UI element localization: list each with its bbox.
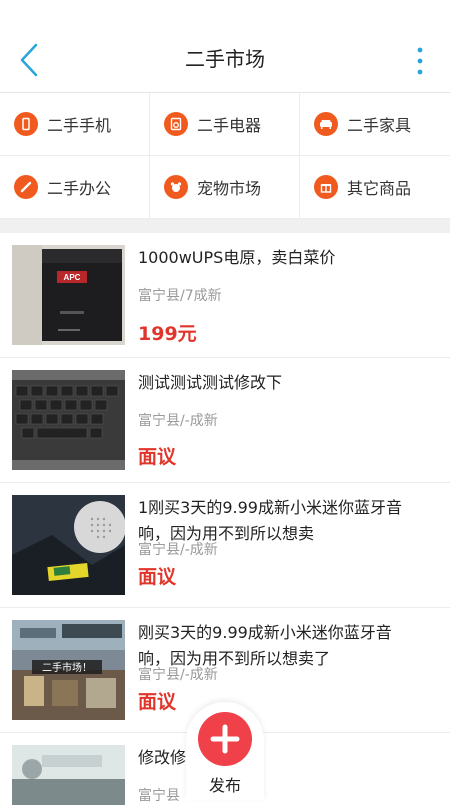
publish-button[interactable]	[198, 712, 252, 766]
item-location: 富宁县/-成新	[138, 542, 218, 558]
category-grid: 二手手机 二手电器 二手家具 二手办公 宠物市场 其它商品	[0, 93, 450, 219]
item-title: 修改修	[138, 748, 187, 767]
item-title: 测试测试测试修改下	[138, 373, 283, 392]
item-price: 面议	[138, 566, 177, 588]
phone-icon	[14, 112, 38, 136]
list-item[interactable]: APC 1000wUPS电原，卖白菜价 富宁县/7成新 199元	[0, 233, 450, 358]
category-label: 二手电器	[197, 116, 262, 135]
category-used-office[interactable]: 二手办公	[0, 156, 150, 219]
item-thumbnail: 二手市场！	[12, 620, 125, 720]
category-other-goods[interactable]: 其它商品	[300, 156, 450, 219]
pet-icon	[164, 175, 188, 199]
market-sign-text: 二手市场！	[42, 661, 92, 674]
more-options-button[interactable]	[410, 46, 430, 78]
item-price: 面议	[138, 446, 177, 468]
item-location: 富宁县/-成新	[138, 667, 218, 683]
item-location: 富宁县/7成新	[138, 288, 222, 304]
list-item[interactable]: 测试测试测试修改下 富宁县/-成新 面议	[0, 358, 450, 483]
item-thumbnail: APC	[12, 245, 125, 345]
publish-label[interactable]: 发布	[186, 772, 264, 796]
list-item[interactable]: 1刚买3天的9.99成新小米迷你蓝牙音响，因为用不到所以想卖 富宁县/-成新 面…	[0, 483, 450, 608]
app-header: 二手市场	[0, 0, 450, 93]
publish-fab-container: 发布	[186, 702, 264, 800]
category-used-furniture[interactable]: 二手家具	[300, 93, 450, 156]
item-location: 富宁县	[138, 788, 180, 804]
item-title: 1000wUPS电原，卖白菜价	[138, 248, 336, 267]
item-price: 199元	[138, 323, 197, 345]
category-label: 宠物市场	[197, 179, 262, 198]
category-used-phones[interactable]: 二手手机	[0, 93, 150, 156]
more-vertical-icon	[417, 47, 423, 75]
pencil-icon	[14, 175, 38, 199]
gift-icon	[314, 175, 338, 199]
ups-brand-text: APC	[64, 273, 81, 282]
section-divider	[0, 219, 450, 233]
category-label: 二手手机	[47, 116, 112, 135]
category-label: 二手家具	[347, 116, 412, 135]
item-thumbnail	[12, 370, 125, 470]
category-pet-market[interactable]: 宠物市场	[150, 156, 300, 219]
sofa-icon	[314, 112, 338, 136]
page-title: 二手市场	[185, 47, 265, 71]
category-used-appliances[interactable]: 二手电器	[150, 93, 300, 156]
washer-icon	[164, 112, 188, 136]
item-location: 富宁县/-成新	[138, 413, 218, 429]
category-label: 其它商品	[347, 179, 412, 198]
item-thumbnail	[12, 745, 125, 805]
item-thumbnail	[12, 495, 125, 595]
plus-icon	[210, 724, 240, 754]
category-label: 二手办公	[47, 179, 112, 198]
item-price: 面议	[138, 691, 177, 713]
